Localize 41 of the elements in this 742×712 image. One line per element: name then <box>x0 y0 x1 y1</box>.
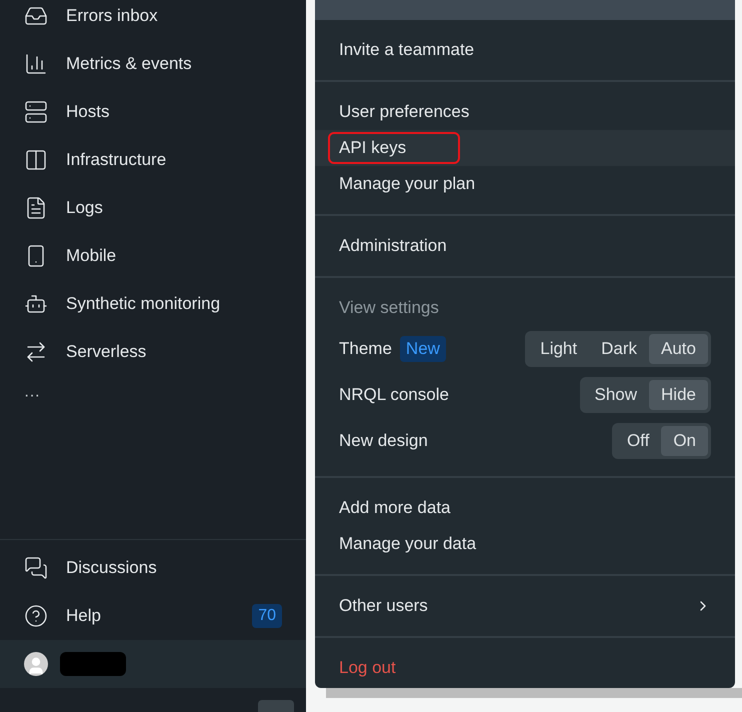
nav-item[interactable]: Serverless <box>0 328 306 376</box>
nav-item[interactable]: Errors inbox <box>0 0 306 40</box>
menu-item[interactable]: Administration <box>315 228 735 264</box>
segment-option[interactable]: Light <box>528 334 590 364</box>
user-row[interactable] <box>0 640 306 688</box>
setting-label: Theme <box>339 338 392 360</box>
menu-item[interactable]: Manage your plan <box>315 166 735 202</box>
server-icon <box>24 100 48 124</box>
logout-link[interactable]: Log out <box>339 655 396 681</box>
segment-option[interactable]: Dark <box>589 334 650 364</box>
avatar-icon <box>24 652 48 676</box>
columns-icon <box>24 148 48 172</box>
setting-label: NRQL console <box>339 384 449 406</box>
nav-item[interactable]: Metrics & events <box>0 40 306 88</box>
submenu-item[interactable]: Other users <box>315 588 735 624</box>
segment-option[interactable]: Show <box>582 380 650 410</box>
nav-item[interactable]: Help 70 <box>0 592 306 640</box>
bar-chart-icon <box>24 52 48 76</box>
segment-option[interactable]: On <box>661 426 708 456</box>
nav-item[interactable]: Logs <box>0 184 306 232</box>
nav-item[interactable]: Hosts <box>0 88 306 136</box>
new-badge: New <box>400 336 446 362</box>
chat-icon <box>24 556 48 580</box>
more-icon[interactable]: ··· <box>24 384 40 408</box>
segment-option[interactable]: Off <box>614 426 662 456</box>
segment-option[interactable]: Auto <box>649 334 708 364</box>
menu-item[interactable]: Manage your data <box>315 526 735 562</box>
segment-option[interactable]: Hide <box>649 380 708 410</box>
nav-item[interactable]: Synthetic monitoring <box>0 280 306 328</box>
nav-item[interactable]: Discussions <box>0 544 306 592</box>
setting-label: New design <box>339 430 428 452</box>
nav-item[interactable]: Mobile <box>0 232 306 280</box>
menu-item[interactable]: API keys <box>315 130 735 166</box>
menu-item[interactable]: Invite a teammate <box>315 32 735 68</box>
menu-header[interactable] <box>315 0 735 20</box>
help-icon <box>24 604 48 628</box>
menu-item[interactable]: User preferences <box>315 94 735 130</box>
menu-item[interactable]: Add more data <box>315 490 735 526</box>
count-badge: 70 <box>252 604 282 628</box>
section-heading: View settings <box>339 297 439 320</box>
nav-item[interactable]: Infrastructure <box>0 136 306 184</box>
